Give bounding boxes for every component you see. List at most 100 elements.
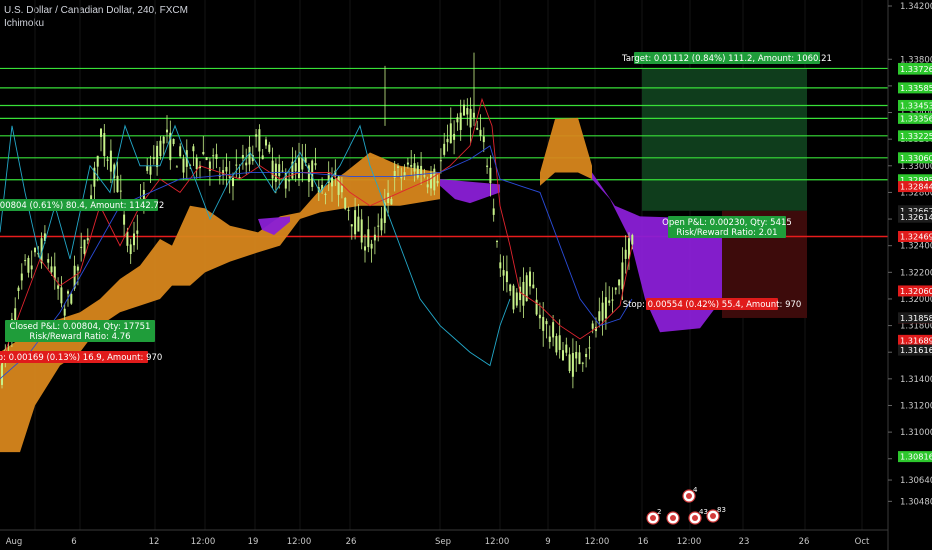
candle [50, 266, 53, 273]
x-tick-label: 19 [248, 537, 259, 547]
candle [63, 308, 66, 316]
x-tick-label: 6 [71, 537, 76, 547]
candle [486, 165, 489, 167]
x-tick-label: 26 [799, 537, 810, 547]
price-badge-label: 1.30816 [900, 452, 932, 462]
candle [100, 128, 102, 137]
x-tick-label: 16 [638, 537, 649, 547]
candle [324, 193, 327, 195]
candle [456, 117, 459, 123]
closed-pnl-annotation-text: Risk/Reward Ratio: 4.76 [29, 332, 130, 342]
candle [571, 352, 574, 377]
candle [172, 138, 175, 145]
candle [152, 157, 155, 159]
candle [76, 266, 79, 271]
candle [413, 163, 416, 172]
price-badge-label: 1.31616 [900, 345, 932, 355]
candle [430, 172, 432, 189]
candle [162, 136, 165, 144]
candle [515, 292, 518, 306]
price-badge-label: 1.33356 [900, 113, 932, 123]
price-badge-label: 1.32060 [900, 286, 932, 296]
price-badge-label: 1.33060 [900, 153, 932, 163]
candle [433, 168, 436, 191]
candle [364, 246, 366, 251]
candle [314, 163, 317, 166]
candle [298, 157, 300, 179]
candle [103, 133, 106, 156]
candle [245, 162, 248, 166]
candle [489, 167, 492, 184]
x-tick-label: 12:00 [485, 537, 510, 547]
candle [416, 165, 419, 178]
x-tick-label: 9 [545, 537, 550, 547]
candle [479, 129, 482, 137]
candle [30, 265, 33, 270]
candle [288, 180, 291, 182]
candle [476, 127, 479, 130]
candle [423, 175, 426, 177]
candle [410, 164, 413, 167]
candle [344, 198, 347, 209]
y-tick-label: 1.32200 [900, 268, 932, 278]
candle [166, 129, 168, 133]
candle [608, 300, 611, 303]
candle [281, 170, 284, 172]
candle [159, 140, 162, 157]
candle [621, 262, 624, 290]
price-badge-label: 1.33585 [900, 83, 932, 93]
candle [70, 294, 73, 304]
x-tick-label: 12:00 [585, 537, 610, 547]
open-pnl-annotation-text: Open P&L: 0.00230, Qty: 5415 [662, 218, 792, 228]
price-badge-label: 1.33726 [900, 64, 932, 74]
candle [331, 177, 333, 187]
candle [469, 108, 472, 128]
candle [34, 247, 36, 253]
candle [436, 180, 439, 184]
event-count: 83 [717, 506, 726, 514]
candle [367, 229, 370, 248]
x-tick-label: 23 [739, 537, 750, 547]
candle [195, 157, 198, 170]
candle [482, 136, 485, 143]
candle [370, 243, 373, 249]
candle [232, 177, 234, 187]
candle [614, 287, 617, 290]
x-tick-label: Sep [435, 537, 451, 547]
candle [265, 139, 267, 146]
candle [175, 166, 178, 168]
y-tick-label: 1.31000 [900, 428, 932, 438]
candle [420, 165, 423, 175]
x-tick-label: Oct [855, 537, 870, 547]
candle [340, 185, 343, 193]
candle [552, 322, 555, 338]
y-tick-label: 1.34200 [900, 2, 932, 12]
candle [337, 176, 340, 195]
candle [492, 208, 495, 215]
candle [397, 166, 399, 168]
y-tick-label: 1.30640 [900, 476, 932, 486]
candle [373, 234, 376, 241]
candle [618, 279, 621, 286]
candle [380, 218, 383, 231]
candle [360, 219, 363, 243]
event-count: 2 [657, 508, 661, 516]
y-tick-label: 1.32400 [900, 242, 932, 252]
candle [591, 323, 594, 329]
candle [67, 291, 69, 294]
candle [215, 154, 218, 159]
target-annotation-text: Target: 0.01112 (0.84%) 111.2, Amount: 1… [621, 54, 832, 64]
event-marker-dot [650, 515, 656, 521]
closed-target-annotation-text: 0.00804 (0.61%) 80.4, Amount: 1142.72 [0, 201, 164, 211]
candle [390, 198, 393, 205]
candle [502, 270, 505, 276]
candle [294, 163, 297, 172]
candle [446, 138, 449, 143]
candle [261, 155, 264, 160]
candle [575, 351, 578, 359]
candle [156, 145, 159, 168]
candle [565, 344, 568, 353]
price-chart[interactable]: Target: 0.01112 (0.84%) 111.2, Amount: 1… [0, 0, 932, 550]
candle [406, 162, 409, 165]
candle [624, 249, 627, 259]
